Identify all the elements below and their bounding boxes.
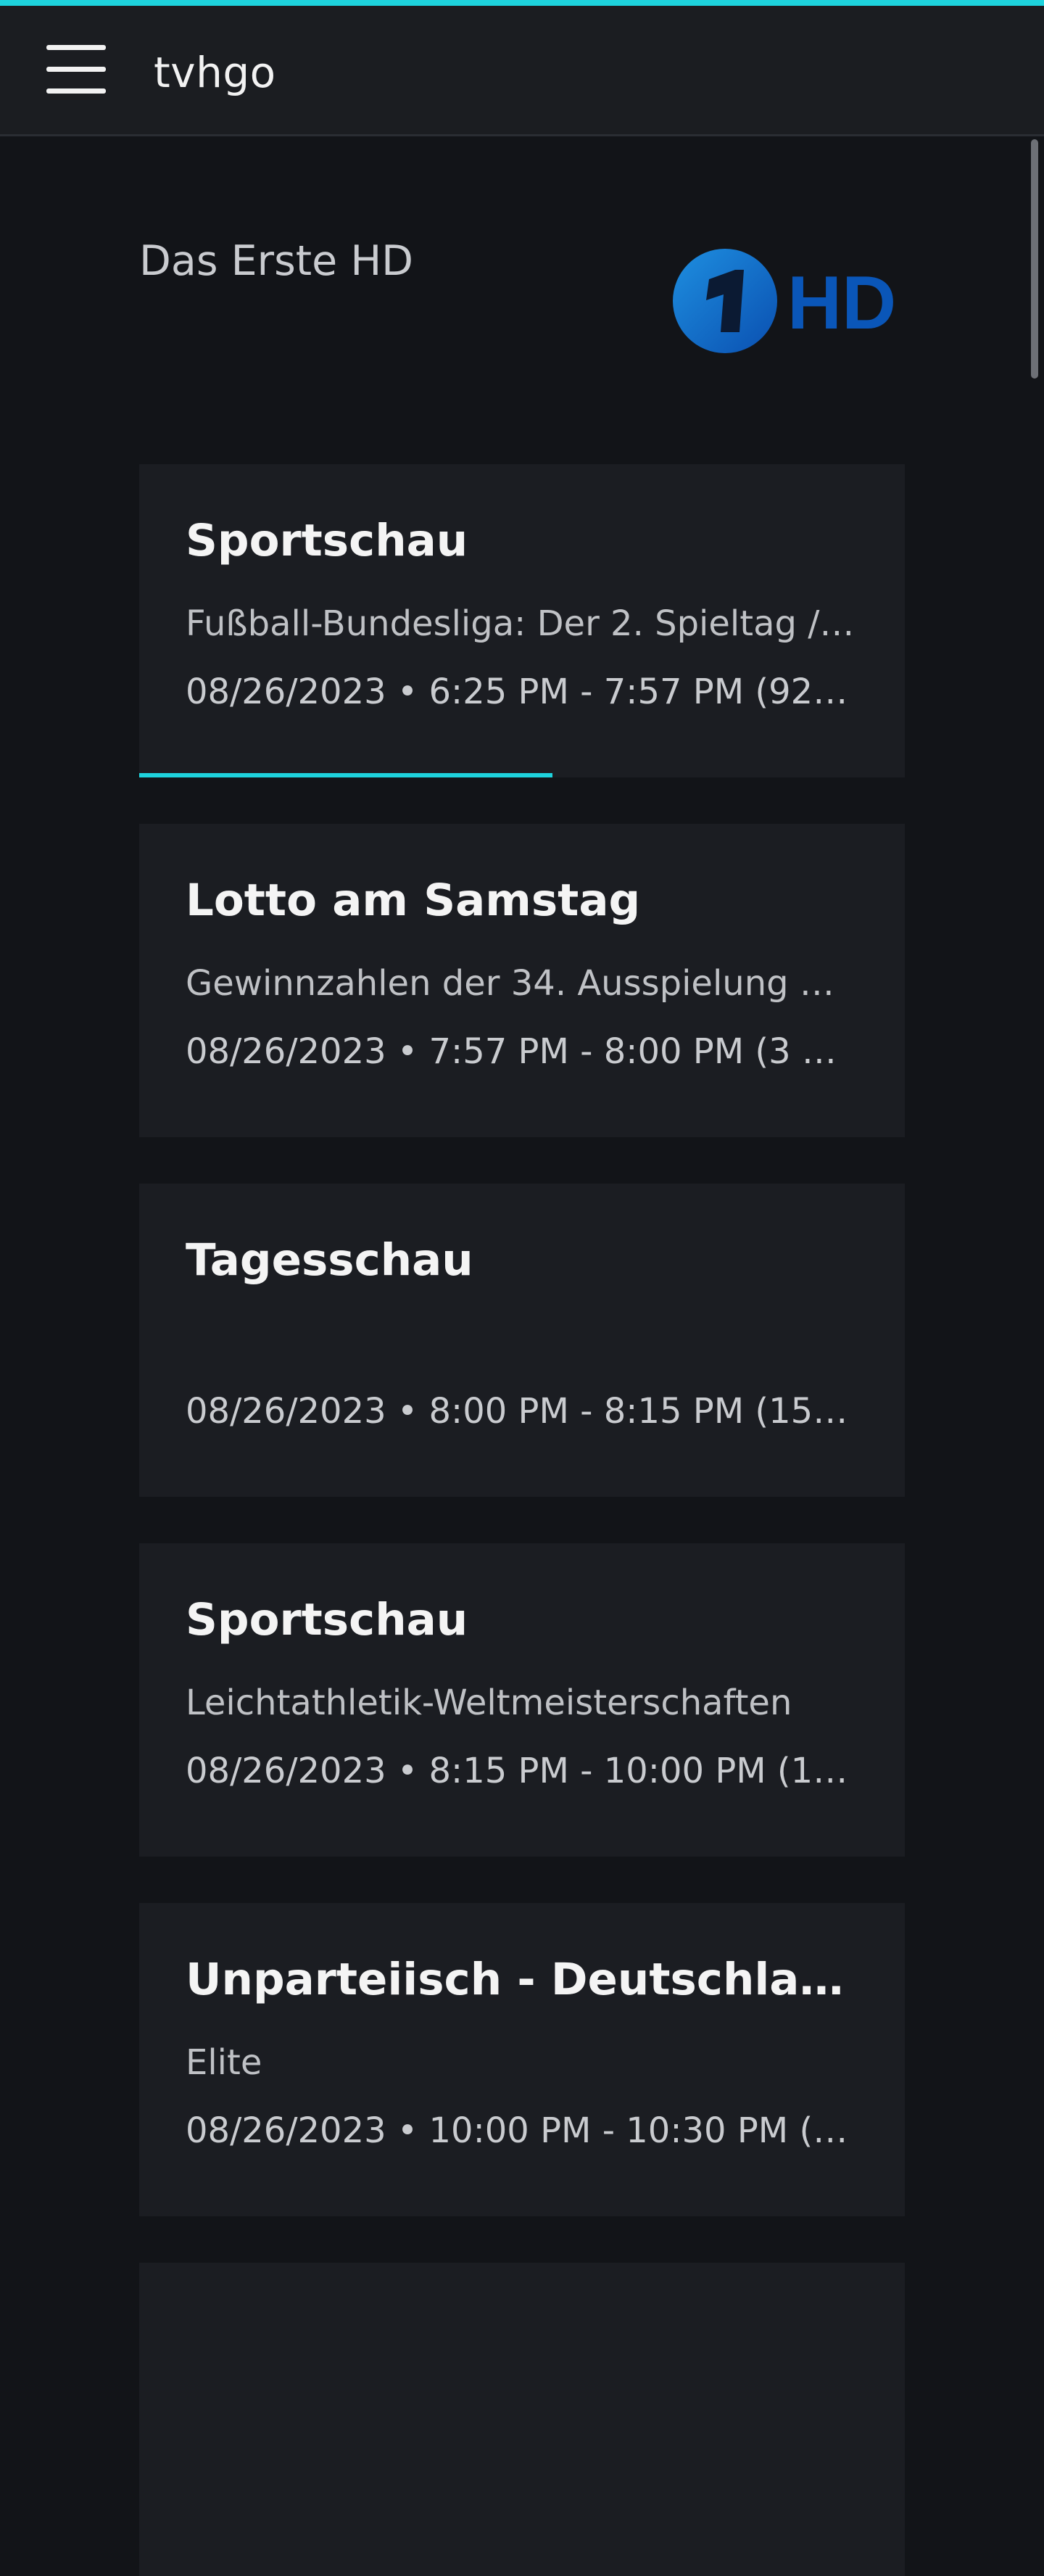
program-time: 08/26/2023 • 8:00 PM - 8:15 PM (15 min.) [186, 1391, 858, 1432]
program-card[interactable]: Sportschau Fußball-Bundesliga: Der 2. Sp… [139, 464, 905, 777]
program-description: Gewinnzahlen der 34. Ausspielung Mo… [186, 963, 858, 1004]
program-description [186, 1320, 858, 1366]
program-card[interactable]: Tagesschau 08/26/2023 • 8:00 PM - 8:15 P… [139, 1184, 905, 1497]
program-progress-bar [139, 773, 905, 777]
scrollbar-thumb[interactable] [1031, 139, 1038, 379]
program-description: Leichtathletik-Weltmeisterschaften [186, 1683, 792, 1723]
svg-text:HD: HD [787, 261, 896, 345]
program-time: 08/26/2023 • 8:15 PM - 10:00 PM (105 … [186, 1751, 858, 1791]
das-erste-hd-logo-icon: HD [673, 247, 905, 355]
scrollbar[interactable] [1025, 136, 1044, 2321]
top-accent-bar [0, 0, 1044, 6]
program-card[interactable]: Unparteiisch - Deutschlands … Elite 08/2… [139, 1903, 905, 2216]
hamburger-menu-icon[interactable] [46, 44, 106, 96]
app-title: tvhgo [154, 48, 276, 97]
program-title: Sportschau [186, 515, 468, 566]
program-description: Fußball-Bundesliga: Der 2. Spieltag / 2… [186, 603, 858, 644]
program-card[interactable]: Sportschau Leichtathletik-Weltmeistersch… [139, 1543, 905, 1857]
program-title: Unparteiisch - Deutschlands … [186, 1954, 858, 2005]
program-card[interactable]: Lotto am Samstag Gewinnzahlen der 34. Au… [139, 824, 905, 1137]
program-card[interactable] [139, 2263, 905, 2576]
channel-name: Das Erste HD [139, 237, 414, 285]
program-time: 08/26/2023 • 10:00 PM - 10:30 PM (30… [186, 2110, 858, 2151]
program-title: Sportschau [186, 1594, 468, 1646]
program-progress-fill [139, 773, 553, 777]
program-title: Lotto am Samstag [186, 875, 641, 926]
program-time: 08/26/2023 • 6:25 PM - 7:57 PM (92 min.) [186, 672, 858, 712]
program-description: Elite [186, 2042, 262, 2083]
channel-header: Das Erste HD HD [139, 232, 905, 363]
program-title: Tagesschau [186, 1234, 473, 1286]
program-time: 08/26/2023 • 7:57 PM - 8:00 PM (3 min.) [186, 1031, 858, 1072]
program-description [186, 2338, 858, 2385]
app-bar: tvhgo [0, 6, 1044, 136]
